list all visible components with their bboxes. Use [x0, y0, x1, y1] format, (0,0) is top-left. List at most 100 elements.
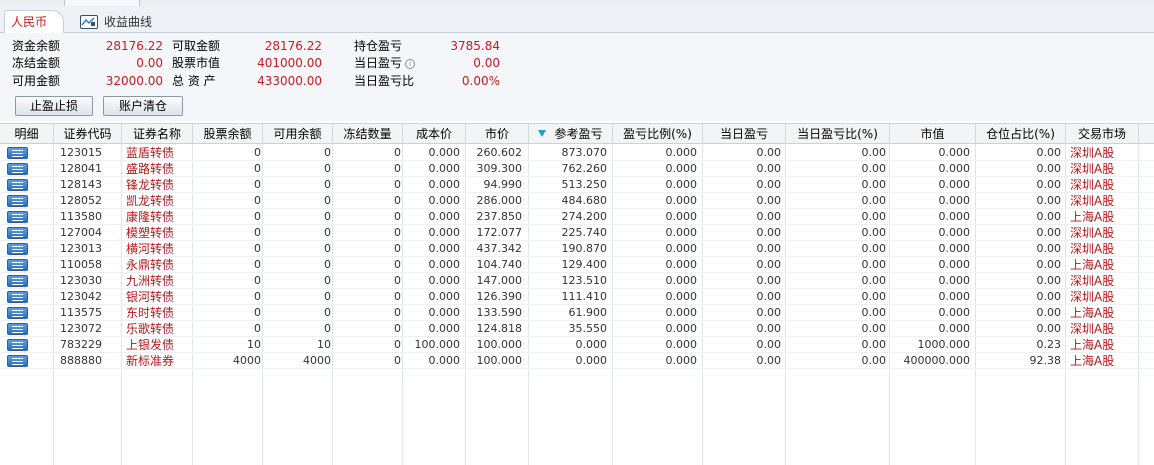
reference-pl-cell: 61.900	[568, 306, 608, 319]
list-detail-icon[interactable]	[7, 243, 28, 255]
list-detail-icon[interactable]	[7, 259, 28, 271]
market-value-cell: 0.000	[938, 306, 971, 319]
list-detail-icon[interactable]	[7, 163, 28, 175]
market-price-cell: 133.590	[476, 306, 523, 319]
frozen-qty-cell: 0	[394, 242, 401, 255]
exchange-market-cell: 上海A股	[1070, 354, 1115, 368]
daily-pl-cell: 0.00	[756, 194, 782, 207]
market-value-cell: 0.000	[938, 194, 971, 207]
list-detail-icon[interactable]	[7, 179, 28, 191]
available-balance-cell: 0	[324, 274, 331, 287]
column-header[interactable]: 明细	[0, 124, 54, 144]
list-detail-icon[interactable]	[7, 147, 28, 159]
available-balance-cell: 0	[324, 306, 331, 319]
clear-account-button[interactable]: 账户清仓	[103, 96, 183, 116]
list-detail-icon[interactable]	[7, 323, 28, 335]
stock-balance-cell: 0	[254, 162, 261, 175]
list-detail-icon[interactable]	[7, 355, 28, 367]
security-name-cell: 九洲转债	[126, 274, 175, 288]
market-value-cell: 0.000	[938, 178, 971, 191]
stock-balance-cell: 0	[254, 178, 261, 191]
security-code-cell: 123072	[60, 322, 102, 335]
list-detail-icon[interactable]	[7, 339, 28, 351]
column-header[interactable]: 证券名称	[122, 124, 193, 144]
frozen-qty-cell: 0	[394, 322, 401, 335]
table-row[interactable]: 888880 新标准券 4000 4000 0 0.000 100.000 0.000 0.00…	[0, 353, 1154, 369]
market-value-cell: 0.000	[938, 258, 971, 271]
list-detail-icon[interactable]	[7, 275, 28, 287]
table-row[interactable]: 128052 凯龙转债 0 0 0 0.000 286.000 484.680 0.000 0.0…	[0, 193, 1154, 209]
exchange-market-cell: 深圳A股	[1070, 242, 1115, 256]
security-code-cell: 128041	[60, 162, 102, 175]
table-header: 明细 证券代码 证券名称 股票余额 可用余额 冻结数量 成本价 市价 参考盈亏 …	[0, 123, 1154, 144]
list-detail-icon[interactable]	[7, 227, 28, 239]
tab-profit-curve[interactable]: 收益曲线	[80, 12, 152, 32]
column-header[interactable]: 市值	[890, 124, 976, 144]
daily-pl-ratio-cell: 0.00	[861, 210, 887, 223]
column-header[interactable]: 冻结数量	[333, 124, 403, 144]
market-price-cell: 104.740	[476, 258, 523, 271]
reference-pl-cell: 0.000	[575, 338, 608, 351]
table-row[interactable]: 123013 横河转债 0 0 0 0.000 437.342 190.870 0.000 0.0…	[0, 241, 1154, 257]
table-row[interactable]: 123072 乐歌转债 0 0 0 0.000 124.818 35.550 0.000 0.00…	[0, 321, 1154, 337]
cost-price-cell: 0.000	[428, 322, 461, 335]
frozen-qty-cell: 0	[394, 274, 401, 287]
column-header-sorted[interactable]: 参考盈亏	[529, 124, 613, 144]
table-row[interactable]: 123015 蓝盾转债 0 0 0 0.000 260.602 873.070 0.000 0.0…	[0, 145, 1154, 161]
stock-balance-cell: 0	[254, 242, 261, 255]
daily-pl-ratio-cell: 0.00	[861, 306, 887, 319]
column-header[interactable]: 盈亏比例(%)	[613, 124, 703, 144]
pl-ratio-cell: 0.000	[665, 258, 698, 271]
security-name-cell: 模塑转债	[126, 226, 175, 240]
list-detail-icon[interactable]	[7, 195, 28, 207]
daily-pl-ratio-cell: 0.00	[861, 322, 887, 335]
reference-pl-cell: 762.260	[561, 162, 608, 175]
table-row[interactable]: 127004 模塑转债 0 0 0 0.000 172.077 225.740 0.000 0.0…	[0, 225, 1154, 241]
security-name-cell: 东时转债	[126, 306, 175, 320]
frozen-qty-cell: 0	[394, 162, 401, 175]
column-header[interactable]: 股票余额	[193, 124, 263, 144]
daily-pl-cell: 0.00	[756, 226, 782, 239]
available-balance-cell: 0	[324, 226, 331, 239]
table-row[interactable]: 128143 锋龙转债 0 0 0 0.000 94.990 513.250 0.000 0.00…	[0, 177, 1154, 193]
security-name-cell: 蓝盾转债	[126, 146, 175, 160]
table-row[interactable]: 113580 康隆转债 0 0 0 0.000 237.850 274.200 0.000 0.0…	[0, 209, 1154, 225]
column-header[interactable]: 当日盈亏比(%)	[786, 124, 890, 144]
column-header[interactable]: 可用余额	[263, 124, 333, 144]
security-code-cell: 123030	[60, 274, 102, 287]
tab-rmb[interactable]: 人民币	[4, 10, 64, 34]
security-code-cell: 783229	[60, 338, 102, 351]
column-header[interactable]: 市价	[466, 124, 529, 144]
reference-pl-cell: 513.250	[561, 178, 608, 191]
info-icon[interactable]: i	[405, 59, 416, 69]
table-row[interactable]: 783229 上银发债 10 10 0 100.000 100.000 0.000 0.000 0…	[0, 337, 1154, 353]
exchange-market-cell: 上海A股	[1070, 338, 1115, 352]
market-value-cell: 0.000	[938, 274, 971, 287]
reference-pl-cell: 0.000	[575, 354, 608, 367]
column-header[interactable]: 当日盈亏	[703, 124, 786, 144]
list-detail-icon[interactable]	[7, 211, 28, 223]
table-row[interactable]: 113575 东时转债 0 0 0 0.000 133.590 61.900 0.000 0.00…	[0, 305, 1154, 321]
cost-price-cell: 0.000	[428, 178, 461, 191]
list-detail-icon[interactable]	[7, 307, 28, 319]
frozen-qty-cell: 0	[394, 210, 401, 223]
table-row[interactable]: 110058 永鼎转债 0 0 0 0.000 104.740 129.400 0.000 0.0…	[0, 257, 1154, 273]
security-name-cell: 康隆转债	[126, 210, 175, 224]
position-ratio-cell: 0.00	[1036, 162, 1062, 175]
column-header[interactable]: 证券代码	[54, 124, 122, 144]
column-header[interactable]: 仓位占比(%)	[976, 124, 1066, 144]
stop-profit-loss-button[interactable]: 止盈止损	[15, 96, 93, 116]
reference-pl-cell: 484.680	[561, 194, 608, 207]
reference-pl-cell: 129.400	[561, 258, 608, 271]
positions-table: 明细 证券代码 证券名称 股票余额 可用余额 冻结数量 成本价 市价 参考盈亏 …	[0, 123, 1154, 465]
frozen-qty-cell: 0	[394, 290, 401, 303]
frozen-qty-cell: 0	[394, 338, 401, 351]
table-row[interactable]: 123042 银河转债 0 0 0 0.000 126.390 111.410 0.000 0.0…	[0, 289, 1154, 305]
security-code-cell: 888880	[60, 354, 102, 367]
column-header[interactable]: 交易市场	[1066, 124, 1139, 144]
column-header[interactable]: 成本价	[403, 124, 466, 144]
list-detail-icon[interactable]	[7, 291, 28, 303]
table-row[interactable]: 123030 九洲转债 0 0 0 0.000 147.000 123.510 0.000 0.0…	[0, 273, 1154, 289]
frozen-qty-cell: 0	[394, 146, 401, 159]
table-row[interactable]: 128041 盛路转债 0 0 0 0.000 309.300 762.260 0.000 0.0…	[0, 161, 1154, 177]
